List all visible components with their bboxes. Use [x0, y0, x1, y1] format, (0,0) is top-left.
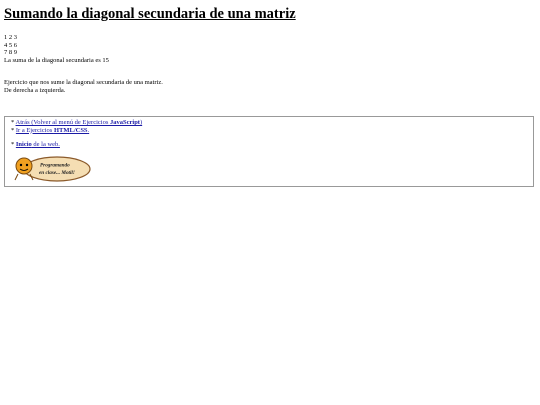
link-text: de la web.: [31, 141, 60, 149]
link-bold-text: HTML/CSS: [53, 126, 88, 134]
navigation-box: * Atrás (Volver al menú de Ejercicios Ja…: [4, 116, 534, 187]
link-text: Ir a Ejercicios: [15, 126, 54, 134]
exercise-description: Ejercicio que nos sume la diagonal secun…: [4, 79, 163, 94]
description-line: Ejercicio que nos sume la diagonal secun…: [4, 79, 163, 86]
logo-mascot-head: [15, 157, 33, 175]
nav-item-html: * Ir a Ejercicios HTML/CSS.: [11, 127, 142, 135]
link-text: .: [87, 126, 90, 134]
bullet: *: [11, 141, 15, 149]
link-bold-text: Inicio: [15, 141, 32, 149]
nav-item-home: * Inicio de la web.: [11, 141, 142, 149]
logo-text-line: en clase... Motil!: [39, 170, 75, 176]
bullet: *: [11, 119, 15, 126]
logo-mascot-eye: [25, 163, 29, 167]
link-text: Atrás (Volver al menú de Ejercicios: [15, 119, 110, 126]
link-bold-text: JavaScript: [110, 119, 140, 126]
result-text: La suma de la diagonal secundaria es 15: [4, 56, 109, 64]
programando-logo[interactable]: Programando en clase... Motil!: [10, 155, 92, 183]
matrix-row: 7 8 9: [4, 49, 17, 57]
html-css-link[interactable]: Ir a Ejercicios HTML/CSS.: [16, 127, 89, 134]
back-to-js-link[interactable]: Atrás (Volver al menú de Ejercicios Java…: [16, 119, 143, 126]
nav-item-back: * Atrás (Volver al menú de Ejercicios Ja…: [11, 119, 142, 127]
home-link[interactable]: Inicio de la web.: [16, 141, 60, 148]
matrix-output: 1 2 3 4 5 6 7 8 9 La suma de la diagonal…: [4, 34, 109, 64]
bullet: *: [11, 126, 15, 134]
logo-text-line: Programando: [40, 163, 70, 169]
logo-mascot-legs: [14, 173, 34, 181]
nav-links: * Atrás (Volver al menú de Ejercicios Ja…: [11, 119, 142, 149]
logo-mascot-eye: [19, 163, 23, 167]
matrix-row: 4 5 6: [4, 41, 17, 49]
link-text: ): [139, 119, 143, 126]
logo-badge: [23, 156, 91, 182]
matrix-row: 1 2 3: [4, 34, 17, 41]
page-title: Sumando la diagonal secundaria de una ma…: [4, 6, 296, 22]
description-line: De derecha a izquierda.: [4, 86, 66, 94]
